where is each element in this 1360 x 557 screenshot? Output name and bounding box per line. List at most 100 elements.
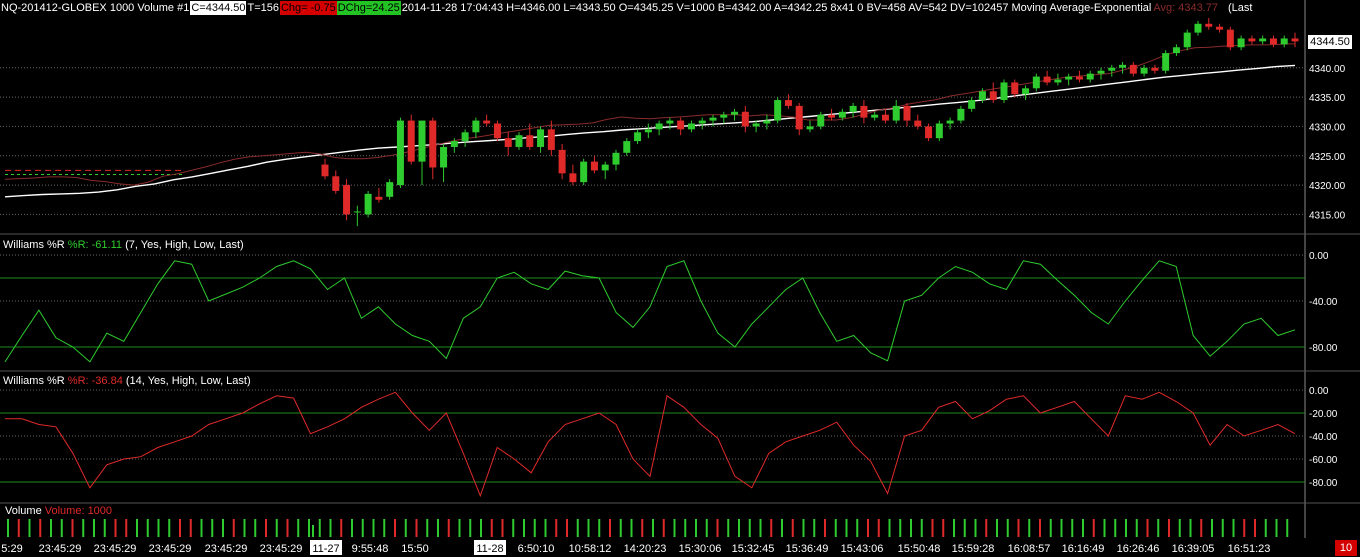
candle-body bbox=[1011, 82, 1019, 95]
price-tick-label: 4340.00 bbox=[1309, 64, 1346, 75]
candle-body bbox=[332, 176, 340, 191]
candle-body bbox=[429, 120, 437, 168]
corner-badge: 10 bbox=[1335, 540, 1357, 556]
time-label: 15:36:49 bbox=[786, 543, 829, 555]
time-label: 14:20:23 bbox=[624, 543, 667, 555]
candle-body bbox=[375, 196, 383, 200]
candle-body bbox=[526, 135, 534, 147]
time-label: 23:45:29 bbox=[260, 543, 303, 555]
volume-label: Volume Volume: 1000 bbox=[5, 505, 112, 517]
candle-body bbox=[580, 161, 588, 183]
time-label: 15:50:48 bbox=[898, 543, 941, 555]
candle-body bbox=[1183, 32, 1191, 48]
candle-body bbox=[806, 126, 814, 130]
time-label: 9:55:48 bbox=[352, 543, 389, 555]
candle-body bbox=[1226, 29, 1234, 48]
wr14-value: %R: -36.84 bbox=[67, 375, 123, 387]
candle-body bbox=[720, 114, 728, 118]
ma-fast-line bbox=[4, 43, 1296, 186]
candle-body bbox=[881, 114, 889, 121]
time-label: 16:16:49 bbox=[1062, 543, 1105, 555]
candle-body bbox=[1162, 53, 1170, 71]
candle-body bbox=[493, 123, 501, 139]
daily-change-box: DChg=24.25 bbox=[336, 1, 401, 15]
candle-body bbox=[504, 138, 512, 147]
candle-body bbox=[978, 91, 986, 101]
candle-body bbox=[892, 105, 900, 121]
date-label: 11-27 bbox=[312, 543, 339, 555]
candle-body bbox=[483, 120, 491, 124]
candle-body bbox=[440, 146, 448, 168]
time-label: 16:39:05 bbox=[1172, 543, 1215, 555]
volume-value: Volume: 1000 bbox=[44, 505, 113, 517]
candle-body bbox=[989, 91, 997, 101]
candle-body bbox=[1129, 64, 1137, 74]
time-label: 15:50 bbox=[401, 543, 429, 555]
trades-label: T=156 bbox=[247, 2, 279, 14]
date-label: 11-28 bbox=[476, 543, 503, 555]
candle-body bbox=[655, 123, 663, 130]
price-tick-label: 4325.00 bbox=[1309, 152, 1346, 163]
wr7-tick-label: -40.00 bbox=[1309, 297, 1338, 308]
time-label: 15:59:28 bbox=[952, 543, 995, 555]
wr14-tick-label: 0.00 bbox=[1309, 386, 1329, 397]
candle-body bbox=[968, 100, 976, 109]
wr7-value: %R: -61.11 bbox=[67, 239, 123, 251]
candle-body bbox=[450, 141, 458, 147]
wr14-tick-label: -40.00 bbox=[1309, 432, 1338, 443]
candle-body bbox=[763, 120, 771, 124]
time-label: 16:51:23 bbox=[1228, 543, 1271, 555]
last-label: (Last bbox=[1227, 2, 1253, 14]
time-label: 23:45:29 bbox=[149, 543, 192, 555]
candle-body bbox=[925, 126, 933, 139]
wr7-name: Williams %R bbox=[3, 239, 65, 251]
candle-body bbox=[946, 120, 954, 124]
candle-body bbox=[461, 132, 469, 142]
candle-body bbox=[590, 161, 598, 171]
candle-body bbox=[1075, 76, 1083, 80]
volume-name: Volume bbox=[5, 505, 42, 517]
candle-body bbox=[547, 129, 555, 150]
candle-body bbox=[1065, 76, 1073, 80]
candle-body bbox=[515, 135, 523, 147]
candle-body bbox=[634, 132, 642, 142]
candle-body bbox=[1269, 38, 1277, 45]
time-label: 15:43:06 bbox=[841, 543, 884, 555]
wr14-params: (14, Yes, High, Low, Last) bbox=[125, 375, 251, 387]
candle-body bbox=[1022, 88, 1030, 95]
time-label: 23:45:29 bbox=[205, 543, 248, 555]
candle-body bbox=[1000, 82, 1008, 101]
wr7-tick-label: -80.00 bbox=[1309, 343, 1338, 354]
candle-body bbox=[838, 111, 846, 118]
candle-body bbox=[364, 193, 372, 215]
candle-body bbox=[677, 120, 685, 130]
wr14-line bbox=[5, 391, 1296, 498]
candle-body bbox=[537, 129, 545, 147]
time-label: 15:30:06 bbox=[679, 543, 722, 555]
candle-body bbox=[849, 105, 857, 112]
price-tick-label: 4315.00 bbox=[1309, 210, 1346, 221]
candle-body bbox=[741, 111, 749, 127]
candle-body bbox=[1205, 23, 1213, 27]
time-label: 6:50:10 bbox=[518, 543, 555, 555]
candle-body bbox=[666, 120, 674, 124]
time-label: 23:45:29 bbox=[94, 543, 137, 555]
change-box: Chg= -0.75 bbox=[279, 1, 337, 15]
wr14-label: Williams %R %R: -36.84 (14, Yes, High, L… bbox=[3, 375, 251, 387]
candle-body bbox=[1032, 76, 1040, 89]
candle-body bbox=[386, 182, 394, 197]
candle-body bbox=[795, 105, 803, 130]
candle-body bbox=[774, 100, 782, 121]
candle-body bbox=[957, 108, 965, 121]
chart-canvas[interactable]: 4340.00 4335.00 4330.00 4325.00 4320.00 4315.… bbox=[0, 0, 1360, 557]
time-label: 16:08:57 bbox=[1008, 543, 1051, 555]
candle-body bbox=[1248, 38, 1256, 42]
candle-body bbox=[1119, 64, 1127, 68]
wr14-tick-label: -80.00 bbox=[1309, 478, 1338, 489]
candle-body bbox=[418, 120, 426, 162]
time-label: 16:26:46 bbox=[1117, 543, 1160, 555]
wr7-tick-label: 0.00 bbox=[1309, 251, 1329, 262]
candle-body bbox=[612, 152, 620, 165]
candle-body bbox=[914, 120, 922, 127]
candle-body bbox=[860, 105, 868, 118]
